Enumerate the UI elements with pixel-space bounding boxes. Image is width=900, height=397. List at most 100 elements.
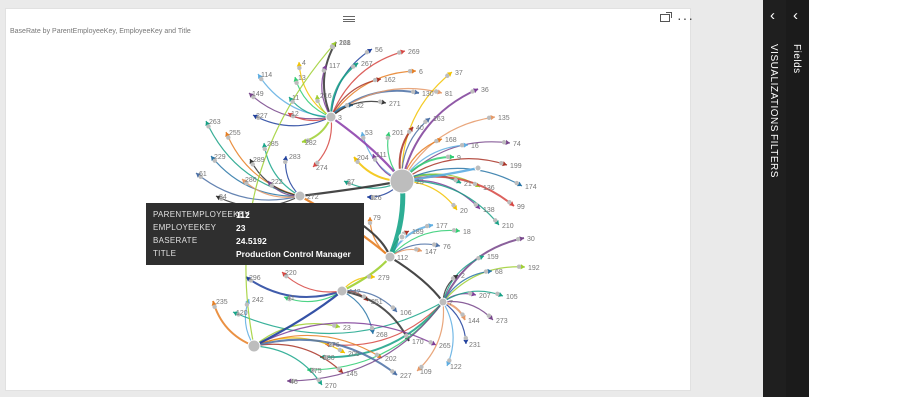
leaf-node[interactable] xyxy=(472,181,478,187)
leaf-node[interactable] xyxy=(431,242,437,247)
hub-node[interactable] xyxy=(336,285,348,297)
leaf-node[interactable] xyxy=(453,177,458,183)
leaf-node[interactable] xyxy=(297,65,302,71)
leaf-node[interactable] xyxy=(473,202,479,207)
leaf-node[interactable] xyxy=(336,366,341,372)
leaf-node-label: 36 xyxy=(481,87,489,94)
leaf-node-label: 275 xyxy=(310,368,322,375)
leaf-node[interactable] xyxy=(499,160,504,166)
leaf-node[interactable] xyxy=(414,247,419,252)
hub-node[interactable] xyxy=(474,164,482,172)
leaf-node-label: 229 xyxy=(214,154,226,161)
hub-node[interactable] xyxy=(294,190,306,202)
leaf-node-label: 37 xyxy=(455,70,463,77)
filters-tab[interactable]: FILTERS xyxy=(768,134,779,178)
leaf-node[interactable] xyxy=(397,50,402,55)
leaf-node[interactable] xyxy=(316,377,321,383)
leaf-node[interactable] xyxy=(515,237,521,242)
leaf-node[interactable] xyxy=(450,276,456,281)
leaf-node-label: 168 xyxy=(339,40,351,47)
leaf-node[interactable] xyxy=(495,291,500,297)
leaf-node[interactable] xyxy=(514,180,519,186)
leaf-node[interactable] xyxy=(463,335,468,341)
leaf-node[interactable] xyxy=(486,313,492,318)
leaf-node[interactable] xyxy=(428,340,433,345)
leaf-node-label: 13 xyxy=(298,75,306,82)
leaf-node[interactable] xyxy=(423,119,428,125)
fields-tab[interactable]: Fields xyxy=(791,44,802,74)
leaf-node[interactable] xyxy=(516,264,522,269)
leaf-node[interactable] xyxy=(404,333,409,338)
visualizations-filters-pane[interactable]: ‹ VISUALIZATIONS FILTERS xyxy=(763,0,786,397)
graph-edge xyxy=(284,155,301,197)
leaf-node[interactable] xyxy=(459,143,465,148)
edge-arrowhead xyxy=(520,264,525,270)
leaf-node[interactable] xyxy=(467,291,473,296)
leaf-node-label: 274 xyxy=(316,165,328,172)
leaf-node[interactable] xyxy=(366,274,372,279)
leaf-node-label: 114 xyxy=(261,72,272,79)
leaf-node[interactable] xyxy=(507,200,512,205)
leaf-node[interactable] xyxy=(372,77,378,83)
leaf-node[interactable] xyxy=(374,352,380,358)
leaf-node[interactable] xyxy=(385,135,390,141)
leaf-node[interactable] xyxy=(344,103,350,108)
hub-node[interactable] xyxy=(247,339,261,353)
leaf-node[interactable] xyxy=(410,89,416,95)
leaf-node-label: 222 xyxy=(271,179,283,186)
leaf-node[interactable] xyxy=(460,312,465,317)
leaf-node[interactable] xyxy=(321,68,327,73)
leaf-node-label: 81 xyxy=(445,91,453,98)
fields-pane[interactable]: ‹ Fields xyxy=(786,0,809,397)
leaf-node[interactable] xyxy=(337,347,343,353)
leaf-node-label: 136 xyxy=(483,185,495,192)
hub-node-label: 3 xyxy=(338,115,342,122)
leaf-node[interactable] xyxy=(364,50,370,55)
leaf-node[interactable] xyxy=(447,358,452,363)
leaf-node-label: 20 xyxy=(460,208,468,215)
leaf-node[interactable] xyxy=(424,223,430,229)
leaf-node[interactable] xyxy=(361,294,367,299)
leaf-node[interactable] xyxy=(244,302,250,307)
hub-node[interactable] xyxy=(384,251,396,263)
leaf-node[interactable] xyxy=(501,140,507,145)
leaf-node[interactable] xyxy=(283,159,288,165)
leaf-node-label: 18 xyxy=(463,229,471,236)
leaf-node[interactable] xyxy=(486,115,492,121)
hub-node[interactable] xyxy=(438,297,448,307)
leaf-node-label: 53 xyxy=(365,130,373,137)
leaf-node[interactable] xyxy=(407,129,412,134)
leaf-node-label: 231 xyxy=(469,342,481,349)
leaf-node[interactable] xyxy=(369,325,375,331)
network-graph[interactable]: 22156 2694 117 2676114 13 162130 8114911 21632 2… xyxy=(6,9,692,392)
leaf-node[interactable] xyxy=(433,89,439,94)
leaf-node[interactable] xyxy=(493,218,498,223)
leaf-node[interactable] xyxy=(470,89,475,94)
leaf-node[interactable] xyxy=(483,269,489,274)
leaf-node[interactable] xyxy=(476,256,481,261)
leaf-node[interactable] xyxy=(367,220,373,226)
hub-node[interactable] xyxy=(325,111,337,123)
leaf-node-label: 61 xyxy=(199,171,207,178)
leaf-node[interactable] xyxy=(407,68,413,74)
leaf-node[interactable] xyxy=(451,228,457,233)
leaf-node[interactable] xyxy=(445,73,450,78)
leaf-node[interactable] xyxy=(434,138,439,144)
network-graph-visual[interactable]: ··· BaseRate by ParentEmployeeKey, Emplo… xyxy=(5,8,693,392)
leaf-node[interactable] xyxy=(390,305,396,310)
hub-node[interactable] xyxy=(398,233,406,241)
leaf-node[interactable] xyxy=(390,369,395,374)
collapse-fields-icon[interactable]: ‹ xyxy=(793,8,798,23)
hub-node[interactable] xyxy=(389,168,415,194)
tooltip-value: Production Control Manager xyxy=(236,248,351,259)
leaf-node[interactable] xyxy=(329,44,335,49)
leaf-node[interactable] xyxy=(445,154,451,160)
leaf-node-label: 242 xyxy=(252,297,264,304)
collapse-visualizations-icon[interactable]: ‹ xyxy=(770,8,775,23)
leaf-node[interactable] xyxy=(377,99,383,104)
visualizations-tab[interactable]: VISUALIZATIONS xyxy=(768,44,779,132)
leaf-node-label: 273 xyxy=(496,318,508,325)
leaf-node[interactable] xyxy=(451,202,456,208)
leaf-node[interactable] xyxy=(351,64,356,69)
leaf-node[interactable] xyxy=(331,323,337,328)
